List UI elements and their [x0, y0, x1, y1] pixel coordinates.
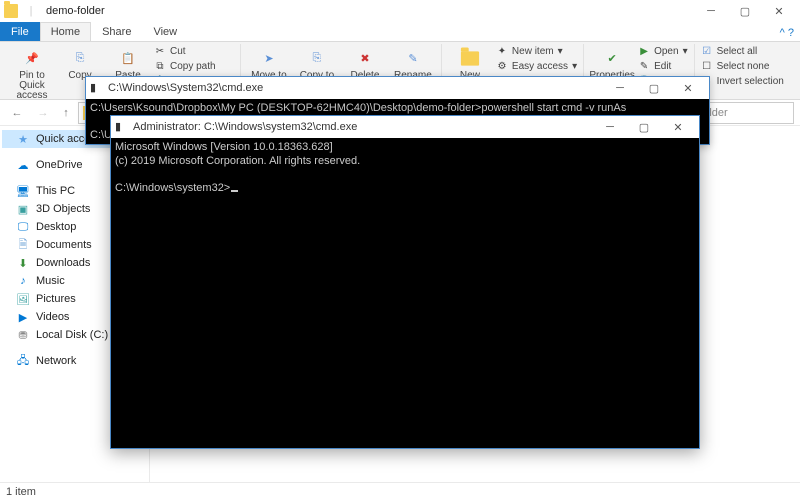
star-icon: ★	[16, 132, 30, 146]
pin-icon: 📌	[20, 46, 44, 70]
select-all-button[interactable]: ☑Select all	[701, 44, 784, 58]
cmd2-titlebar[interactable]: ▮ Administrator: C:\Windows\system32\cmd…	[111, 116, 699, 138]
cmd2-maximize-button[interactable]: ▢	[627, 116, 661, 138]
ribbon-help-icon[interactable]: ^ ?	[774, 25, 800, 41]
cut-icon: ✂	[154, 45, 166, 57]
nav-up-button[interactable]: ↑	[58, 102, 74, 124]
disk-icon: ⛃	[16, 328, 30, 342]
tab-share[interactable]: Share	[91, 22, 142, 41]
move-to-icon: ➤	[257, 46, 281, 70]
pictures-icon: 🖼	[16, 292, 30, 306]
cmd2-line2: (c) 2019 Microsoft Corporation. All righ…	[115, 155, 360, 167]
folder-icon	[4, 4, 18, 18]
copy-path-icon: ⧉	[154, 60, 166, 72]
tab-home[interactable]: Home	[40, 22, 91, 41]
cmd1-title: C:\Windows\System32\cmd.exe	[108, 82, 263, 94]
cmd-window-admin[interactable]: ▮ Administrator: C:\Windows\system32\cmd…	[110, 115, 700, 449]
select-all-icon: ☑	[701, 45, 713, 57]
rename-icon: ✎	[401, 46, 425, 70]
documents-icon: 🗎	[16, 238, 30, 252]
qat-divider: |	[24, 4, 38, 18]
window-title: demo-folder	[46, 5, 105, 17]
cut-button[interactable]: ✂Cut	[154, 44, 234, 58]
close-button[interactable]: ✕	[762, 0, 796, 22]
tab-file[interactable]: File	[0, 22, 40, 41]
new-item-icon: ✦	[496, 45, 508, 57]
cmd1-minimize-button[interactable]: ─	[603, 77, 637, 99]
downloads-icon: ⬇	[16, 256, 30, 270]
properties-icon: ✔	[600, 46, 624, 70]
pc-icon: 🖥	[16, 184, 30, 198]
select-none-icon: ☐	[701, 60, 713, 72]
new-item-button[interactable]: ✦New item ▾	[496, 44, 577, 58]
copy-icon: ⎘	[68, 46, 92, 70]
delete-icon: ✖	[353, 46, 377, 70]
network-icon: 🖧	[16, 354, 30, 368]
cmd2-body[interactable]: Microsoft Windows [Version 10.0.18363.62…	[111, 138, 699, 448]
cursor	[231, 190, 238, 192]
maximize-button[interactable]: ▢	[728, 0, 762, 22]
cmd2-title: Administrator: C:\Windows\system32\cmd.e…	[133, 121, 357, 133]
cmd2-line1: Microsoft Windows [Version 10.0.18363.62…	[115, 141, 333, 153]
desktop-icon: 🖵	[16, 220, 30, 234]
cmd-icon: ▮	[115, 120, 129, 134]
cmd1-close-button[interactable]: ✕	[671, 77, 705, 99]
copy-path-button[interactable]: ⧉Copy path	[154, 59, 234, 73]
ribbon-tabs: File Home Share View ^ ?	[0, 22, 800, 42]
select-none-button[interactable]: ☐Select none	[701, 59, 784, 73]
open-icon: ▶	[638, 45, 650, 57]
cmd2-minimize-button[interactable]: ─	[593, 116, 627, 138]
edit-icon: ✎	[638, 60, 650, 72]
cloud-icon: ☁	[16, 158, 30, 172]
paste-icon: 📋	[116, 46, 140, 70]
cmd-icon: ▮	[90, 81, 104, 95]
status-text: 1 item	[6, 486, 36, 498]
easy-access-icon: ⚙	[496, 60, 508, 72]
cube-icon: ▣	[16, 202, 30, 216]
cmd1-maximize-button[interactable]: ▢	[637, 77, 671, 99]
cmd1-line1: C:\Users\Ksound\Dropbox\My PC (DESKTOP-6…	[90, 102, 626, 114]
nav-forward-button[interactable]: →	[32, 102, 54, 124]
cmd1-titlebar[interactable]: ▮ C:\Windows\System32\cmd.exe ─ ▢ ✕	[86, 77, 709, 99]
music-icon: ♪	[16, 274, 30, 288]
edit-button[interactable]: ✎Edit	[638, 59, 688, 73]
copy-to-icon: ⎘	[305, 46, 329, 70]
nav-back-button[interactable]: ←	[6, 102, 28, 124]
videos-icon: ▶	[16, 310, 30, 324]
cmd2-prompt: C:\Windows\system32>	[115, 182, 230, 194]
status-bar: 1 item	[0, 482, 800, 500]
open-button[interactable]: ▶Open ▾	[638, 44, 688, 58]
easy-access-button[interactable]: ⚙Easy access ▾	[496, 59, 577, 73]
cmd2-close-button[interactable]: ✕	[661, 116, 695, 138]
invert-selection-button[interactable]: ⇅Invert selection	[701, 74, 784, 88]
tab-view[interactable]: View	[142, 22, 188, 41]
explorer-titlebar: | demo-folder ─ ▢ ✕	[0, 0, 800, 22]
minimize-button[interactable]: ─	[694, 0, 728, 22]
pin-button[interactable]: 📌 Pin to Quick access	[10, 44, 54, 101]
new-folder-icon	[458, 46, 482, 70]
